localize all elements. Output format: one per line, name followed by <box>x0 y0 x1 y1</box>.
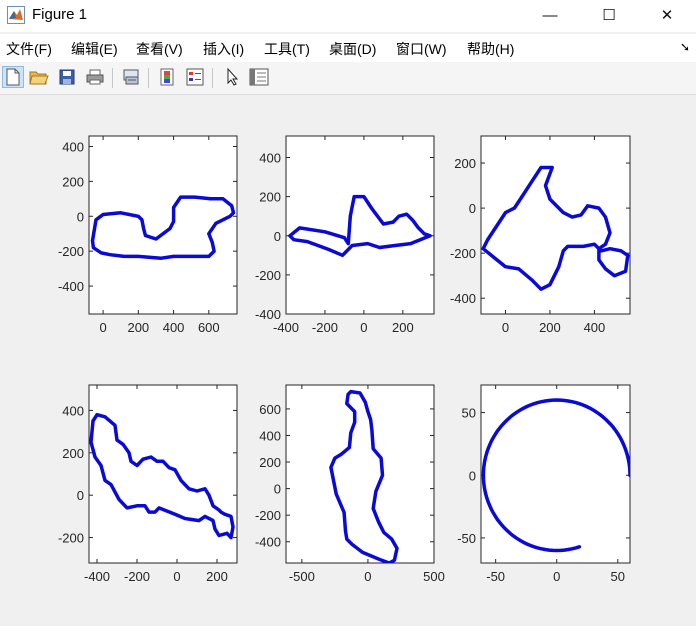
new-figure-icon[interactable] <box>2 66 24 88</box>
y-tick-label: 50 <box>462 406 476 421</box>
x-tick-label: 200 <box>392 320 414 335</box>
x-tick-label: 500 <box>423 569 445 584</box>
property-inspector-icon[interactable] <box>248 66 270 88</box>
y-tick-label: -400 <box>255 535 281 550</box>
menu-bar: 文件(F) 编辑(E) 查看(V) 插入(I) 工具(T) 桌面(D) 窗口(W… <box>0 34 696 62</box>
y-tick-label: 200 <box>259 190 281 205</box>
maximize-icon: ☐ <box>602 7 616 24</box>
x-tick-label: 0 <box>364 569 371 584</box>
title-bar: Figure 1 — ☐ ✕ <box>0 0 696 32</box>
x-tick-label: -400 <box>84 569 110 584</box>
y-tick-label: -200 <box>58 244 84 259</box>
axes-box <box>285 384 435 564</box>
y-tick-label: -400 <box>58 279 84 294</box>
x-tick-label: 0 <box>99 320 106 335</box>
menu-desktop[interactable]: 桌面(D) <box>329 39 376 59</box>
menu-tools[interactable]: 工具(T) <box>264 39 310 59</box>
maximize-button[interactable]: ☐ <box>580 0 638 30</box>
subplot-5: -500 0 500 600 400 200 0 -200 -400 <box>255 384 445 584</box>
y-tick-label: -200 <box>255 508 281 523</box>
subplots-svg: 0 200 400 6004002000-200-400-400 -200 0 200400… <box>58 135 631 584</box>
x-tick-label: -500 <box>289 569 315 584</box>
y-tick-label: 400 <box>62 139 84 154</box>
dock-arrow-icon[interactable]: ➘ <box>680 40 690 54</box>
window-title: Figure 1 <box>32 6 88 23</box>
x-tick-label: -200 <box>312 320 338 335</box>
minimize-icon: — <box>542 6 558 24</box>
save-icon[interactable] <box>56 66 78 88</box>
x-tick-label: -200 <box>124 569 150 584</box>
close-icon: ✕ <box>660 7 674 24</box>
x-tick-label: 50 <box>611 569 625 584</box>
axes-box <box>480 384 631 564</box>
x-tick-label: 0 <box>502 320 509 335</box>
menu-help[interactable]: 帮助(H) <box>467 39 514 59</box>
y-tick-label: -50 <box>457 531 476 546</box>
y-tick-label: 0 <box>77 209 84 224</box>
y-tick-label: 0 <box>274 229 281 244</box>
x-tick-label: 0 <box>553 569 560 584</box>
y-tick-label: 0 <box>469 468 476 483</box>
menu-view[interactable]: 查看(V) <box>136 39 183 59</box>
figure-canvas: 0 200 400 600 400 200 0 -200 -400 -400 -200 0 200 400… <box>0 95 696 621</box>
subplot-1: 0 200 400 600 400 200 0 -200 -400 <box>58 135 238 335</box>
menu-file[interactable]: 文件(F) <box>6 39 52 59</box>
x-tick-label: 200 <box>206 569 228 584</box>
open-file-icon[interactable] <box>28 66 50 88</box>
y-tick-label: 0 <box>77 488 84 503</box>
y-tick-label: -200 <box>255 268 281 283</box>
y-tick-label: 0 <box>274 482 281 497</box>
y-tick-label: 200 <box>62 174 84 189</box>
y-tick-label: 200 <box>259 455 281 470</box>
insert-legend-icon[interactable] <box>184 66 206 88</box>
x-tick-label: 0 <box>173 569 180 584</box>
y-tick-label: 600 <box>259 402 281 417</box>
link-plot-icon[interactable] <box>120 66 142 88</box>
y-tick-label: 0 <box>469 201 476 216</box>
y-tick-label: -400 <box>255 307 281 322</box>
subplot-2: -400 -200 0 200 400 200 0 -200 -400 <box>255 135 435 335</box>
y-tick-label: -200 <box>450 246 476 261</box>
x-tick-label: 0 <box>360 320 367 335</box>
insert-colorbar-icon[interactable] <box>156 66 178 88</box>
y-tick-label: 400 <box>62 403 84 418</box>
axes-box <box>88 384 238 564</box>
minimize-button[interactable]: — <box>521 0 579 30</box>
toolbar-separator <box>212 68 213 88</box>
toolbar-separator <box>112 68 113 88</box>
y-tick-label: 400 <box>259 151 281 166</box>
y-tick-label: 200 <box>454 156 476 171</box>
y-tick-label: -200 <box>58 531 84 546</box>
y-tick-label: -400 <box>450 291 476 306</box>
x-tick-label: 200 <box>539 320 561 335</box>
x-tick-label: 400 <box>163 320 185 335</box>
x-tick-label: 400 <box>584 320 606 335</box>
menu-edit[interactable]: 编辑(E) <box>71 39 118 59</box>
toolbar-separator <box>148 68 149 88</box>
x-tick-label: -400 <box>273 320 299 335</box>
edit-plot-cursor-icon[interactable] <box>222 66 244 88</box>
y-tick-label: 200 <box>62 446 84 461</box>
x-tick-label: -50 <box>486 569 505 584</box>
toolbar <box>0 62 696 95</box>
subplot-3: 0 200 400 200 0 -200 -400 <box>450 135 631 335</box>
x-tick-label: 200 <box>127 320 149 335</box>
menu-insert[interactable]: 插入(I) <box>203 39 244 59</box>
subplot-6: -50 0 50 50 0 -50 <box>457 384 631 584</box>
axes-box <box>285 135 435 315</box>
subplot-4: -400 -200 0 200 400 200 0 -200 <box>58 384 238 584</box>
matlab-logo-icon <box>7 6 25 24</box>
y-tick-label: 400 <box>259 428 281 443</box>
print-icon[interactable] <box>84 66 106 88</box>
close-button[interactable]: ✕ <box>638 0 696 30</box>
menu-window[interactable]: 窗口(W) <box>396 39 447 59</box>
x-tick-label: 600 <box>198 320 220 335</box>
